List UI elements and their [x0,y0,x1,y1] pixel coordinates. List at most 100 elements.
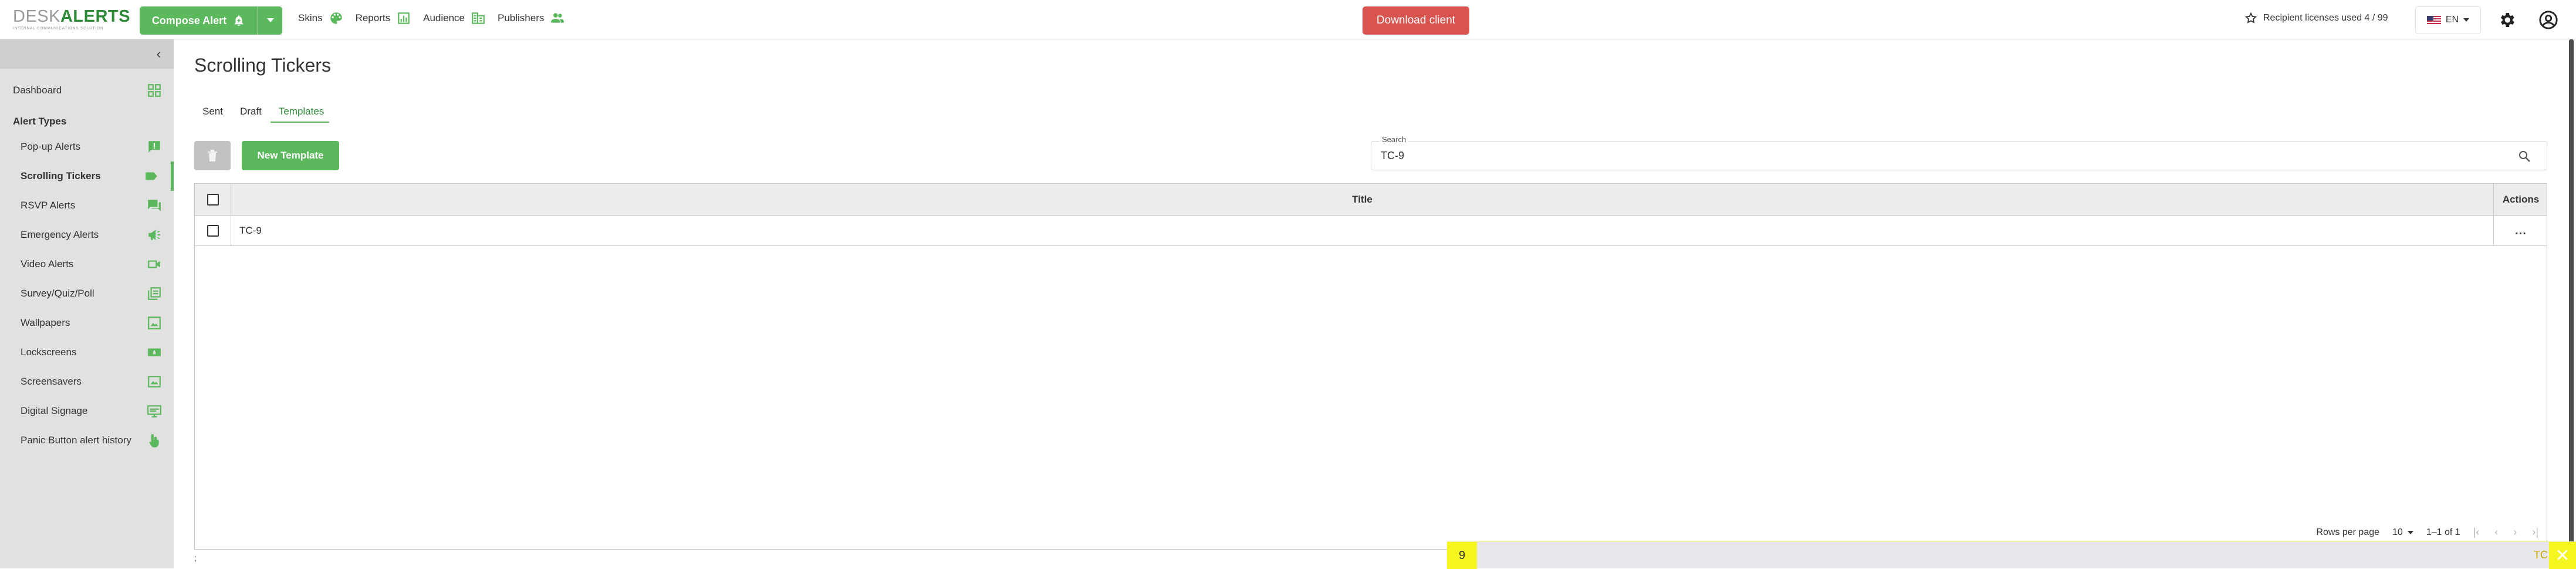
row-actions-menu[interactable]: ... [2493,216,2548,245]
video-icon [148,260,160,268]
compose-alert-main[interactable]: Compose Alert [140,6,258,35]
hand-icon [149,434,159,447]
rows-per-page-value: 10 [2392,527,2403,537]
new-template-button[interactable]: New Template [242,141,339,170]
chart-icon [398,12,410,24]
compose-alert-label: Compose Alert [151,14,227,26]
column-header-actions: Actions [2493,184,2548,216]
row-title[interactable]: TC-9 [239,216,262,245]
ticker-icon [146,172,157,180]
sidebar-item-screensavers[interactable]: Screensavers [0,367,174,396]
sidebar-item-wallpapers[interactable]: Wallpapers [0,308,174,338]
desk-alerts-logo[interactable]: DESKALERTS INTERNAL COMMUNICATIONS SOLUT… [13,8,130,32]
last-page-icon[interactable]: ›| [2532,526,2538,538]
sidebar-item-panic-button-history[interactable]: Panic Button alert history [0,426,174,455]
tab-bar: Sent Draft Templates [194,103,330,123]
page-scrollbar[interactable] [2569,39,2574,552]
page-title: Scrolling Tickers [194,55,331,76]
sidebar-item-label: Panic Button alert history [21,435,131,446]
us-flag-icon [2426,16,2441,24]
language-selector[interactable]: EN [2415,6,2481,33]
search-field: Search [1371,135,2547,170]
signage-icon [147,405,161,418]
select-all-cell [195,184,231,216]
previous-page-icon[interactable]: ‹ [2494,526,2498,538]
tab-draft[interactable]: Draft [232,103,267,123]
column-header-title[interactable]: Title [231,184,2493,216]
dashboard-icon [148,84,161,97]
sidebar-item-video-alerts[interactable]: Video Alerts [0,250,174,279]
screensaver-icon [148,376,161,388]
sidebar-item-label: Lockscreens [21,346,77,358]
first-page-icon[interactable]: |‹ [2473,526,2480,538]
ticker-close-button[interactable]: ✕ [2549,542,2576,569]
select-all-checkbox[interactable] [207,194,219,206]
sidebar-item-emergency-alerts[interactable]: Emergency Alerts [0,220,174,250]
row-checkbox[interactable] [207,225,219,237]
nav-reports[interactable]: Reports [356,11,412,26]
bell-plus-icon [234,15,244,26]
account-icon[interactable] [2538,10,2558,30]
sidebar-item-label: Screensavers [21,376,82,387]
popup-icon [148,141,160,153]
tab-templates[interactable]: Templates [270,103,330,123]
sidebar-item-scrolling-tickers[interactable]: Scrolling Tickers [0,161,174,191]
sidebar: ‹ Dashboard Alert Types Pop-up Alerts Sc… [0,39,174,568]
sidebar-item-label: Emergency Alerts [21,229,99,240]
lockscreen-icon [148,348,161,356]
compose-alert-dropdown[interactable] [258,6,282,35]
delete-button[interactable] [194,141,231,170]
sidebar-item-rsvp-alerts[interactable]: RSVP Alerts [0,191,174,220]
pagination-range: 1–1 of 1 [2426,527,2460,537]
alert-types-heading: Alert Types [13,116,67,127]
nav-audience[interactable]: Audience [423,11,486,26]
top-bar: DESKALERTS INTERNAL COMMUNICATIONS SOLUT… [0,0,2576,39]
sidebar-item-label: RSVP Alerts [21,200,76,211]
caret-down-icon [2407,530,2413,534]
sidebar-item-label: Video Alerts [21,258,74,270]
sidebar-item-lockscreens[interactable]: Lockscreens [0,338,174,367]
sidebar-item-survey-quiz-poll[interactable]: Survey/Quiz/Poll [0,279,174,308]
ticker-left-block: 9 [1447,542,1477,569]
table-header: Title Actions [195,184,2547,216]
table-row[interactable]: TC-9 ... [195,216,2547,246]
sidebar-item-digital-signage[interactable]: Digital Signage [0,396,174,426]
people-icon [551,13,564,23]
language-label: EN [2445,15,2459,25]
sidebar-collapse-button[interactable]: ‹ [0,39,174,69]
gear-icon[interactable] [2497,11,2516,29]
top-navigation: Skins Reports Audience Publishers [298,11,565,26]
recipient-licenses: Recipient licenses used 4 / 99 [2244,12,2388,25]
search-input[interactable] [1381,146,2496,165]
search-icon[interactable] [2517,149,2531,163]
sidebar-item-dashboard[interactable]: Dashboard [0,76,174,105]
rows-per-page-select[interactable]: 10 [2392,527,2413,538]
recipient-licenses-label: Recipient licenses used 4 / 99 [2263,13,2388,23]
ticker-preview-strip: 9 TC ✕ [1447,541,2576,569]
sidebar-item-label: Scrolling Tickers [21,170,101,181]
chevron-left-icon: ‹ [156,46,161,61]
rsvp-icon [148,200,161,211]
next-page-icon[interactable]: › [2513,526,2517,538]
sidebar-item-label: Digital Signage [21,405,88,416]
nav-publishers[interactable]: Publishers [498,11,565,26]
rows-per-page-label: Rows per page [2316,527,2380,537]
caret-down-icon [2463,18,2470,22]
nav-reports-label: Reports [355,12,391,23]
download-client-button[interactable]: Download client [1363,6,1469,35]
sidebar-item-label: Dashboard [13,85,62,96]
megaphone-icon [148,230,160,240]
row-select-cell [195,216,231,245]
survey-icon [148,287,161,300]
tab-sent[interactable]: Sent [194,103,228,123]
logo-desk-text: DESK [13,7,60,26]
pagination: Rows per page 10 1–1 of 1 |‹ ‹ › ›| [2316,526,2538,538]
new-template-label: New Template [257,150,324,161]
nav-skins[interactable]: Skins [298,11,344,26]
close-icon: ✕ [2555,546,2570,565]
sidebar-item-popup-alerts[interactable]: Pop-up Alerts [0,132,174,161]
building-icon [472,12,485,24]
nav-publishers-label: Publishers [498,12,545,23]
caret-down-icon [266,18,274,22]
compose-alert-button[interactable]: Compose Alert [140,6,282,35]
